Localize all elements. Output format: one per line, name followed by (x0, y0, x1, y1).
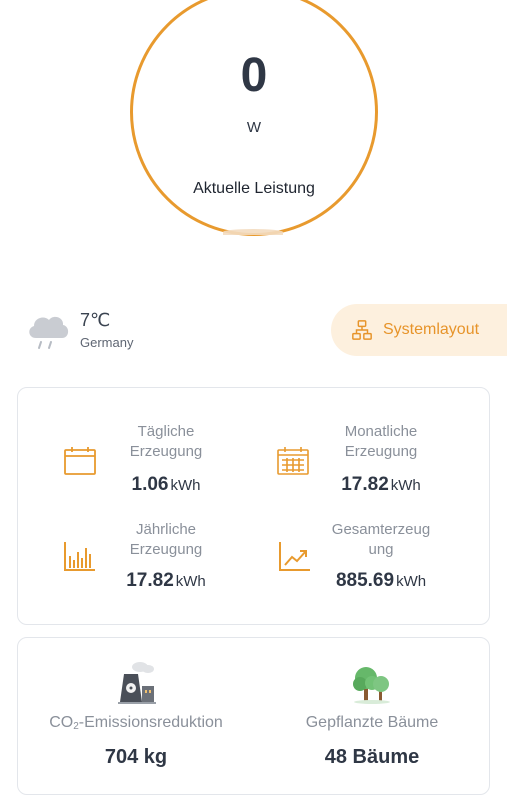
yearly-title-line2: Erzeugung (129, 541, 203, 558)
monthly-title-line2: Erzeugung (344, 443, 418, 460)
co2-title-suffix: -Emissionsreduktion (78, 714, 223, 731)
environment-card: CO2-Emissionsreduktion 704 kg Gepflanzte… (17, 637, 490, 795)
yearly-value-unit: kWh (175, 573, 206, 590)
monthly-value: 17.82 kWh (301, 474, 461, 496)
daily-value-unit: kWh (170, 477, 201, 494)
total-value-unit: kWh (396, 573, 427, 590)
daily-value-number: 1.06 (131, 474, 169, 495)
monthly-value-number: 17.82 (341, 474, 389, 495)
current-power-unit: W (246, 119, 262, 136)
rain-cloud-icon (29, 316, 69, 349)
co2-value: 704 kg (104, 746, 168, 768)
current-power-value: 0 (240, 49, 268, 102)
system-layout-button[interactable]: Systemlayout (331, 304, 507, 356)
yearly-value-number: 17.82 (126, 570, 174, 591)
monthly-value-unit: kWh (390, 477, 421, 494)
monthly-title: Monatliche Erzeugung (311, 422, 451, 462)
monthly-production-stat[interactable]: Monatliche Erzeugung 17.82 kWh (263, 418, 463, 518)
power-plant-icon (118, 662, 156, 704)
total-production-stat[interactable]: Gesamterzeug ung 885.69 kWh (263, 516, 463, 616)
power-gauge: 0 W Aktuelle Leistung (130, 0, 378, 236)
daily-title-line2: Erzeugung (129, 443, 203, 460)
co2-reduction-stat[interactable]: CO2-Emissionsreduktion 704 kg (18, 660, 254, 769)
co2-title: CO2-Emissionsreduktion (18, 714, 254, 732)
trees-planted-stat[interactable]: Gepflanzte Bäume 48 Bäume (254, 660, 490, 769)
bar-chart-icon (64, 542, 95, 571)
weather-location: Germany (80, 335, 134, 350)
production-card: Tägliche Erzeugung 1.06 kWh Monatliche Er… (17, 387, 490, 625)
trend-up-icon (279, 542, 310, 571)
current-power-label: Aktuelle Leistung (193, 180, 315, 197)
yearly-value: 17.82 kWh (86, 570, 246, 592)
gauge-fill-indicator (223, 229, 283, 235)
daily-production-stat[interactable]: Tägliche Erzeugung 1.06 kWh (48, 418, 248, 518)
yearly-production-stat[interactable]: Jährliche Erzeugung 17.82 kWh (48, 516, 248, 616)
weather-temperature: 7℃ (80, 310, 111, 330)
trees-icon (353, 667, 390, 704)
total-title-line2: ung (368, 541, 394, 558)
daily-value: 1.06 kWh (86, 474, 246, 496)
monthly-title-line1: Monatliche (344, 423, 418, 440)
network-icon (352, 320, 372, 340)
total-value: 885.69 kWh (301, 570, 461, 592)
co2-title-prefix: CO (49, 714, 74, 731)
total-value-number: 885.69 (335, 570, 395, 591)
yearly-title-line1: Jährliche (135, 521, 197, 538)
weather-widget: 7℃ Germany (24, 300, 224, 356)
trees-title: Gepflanzte Bäume (305, 714, 439, 731)
daily-title-line1: Tägliche (137, 423, 195, 440)
daily-title: Tägliche Erzeugung (96, 422, 236, 462)
total-title-line1: Gesamterzeug (331, 521, 431, 538)
yearly-title: Jährliche Erzeugung (96, 520, 236, 560)
trees-value: 48 Bäume (324, 746, 420, 768)
total-title: Gesamterzeug ung (311, 520, 451, 560)
system-layout-label: Systemlayout (383, 321, 480, 338)
